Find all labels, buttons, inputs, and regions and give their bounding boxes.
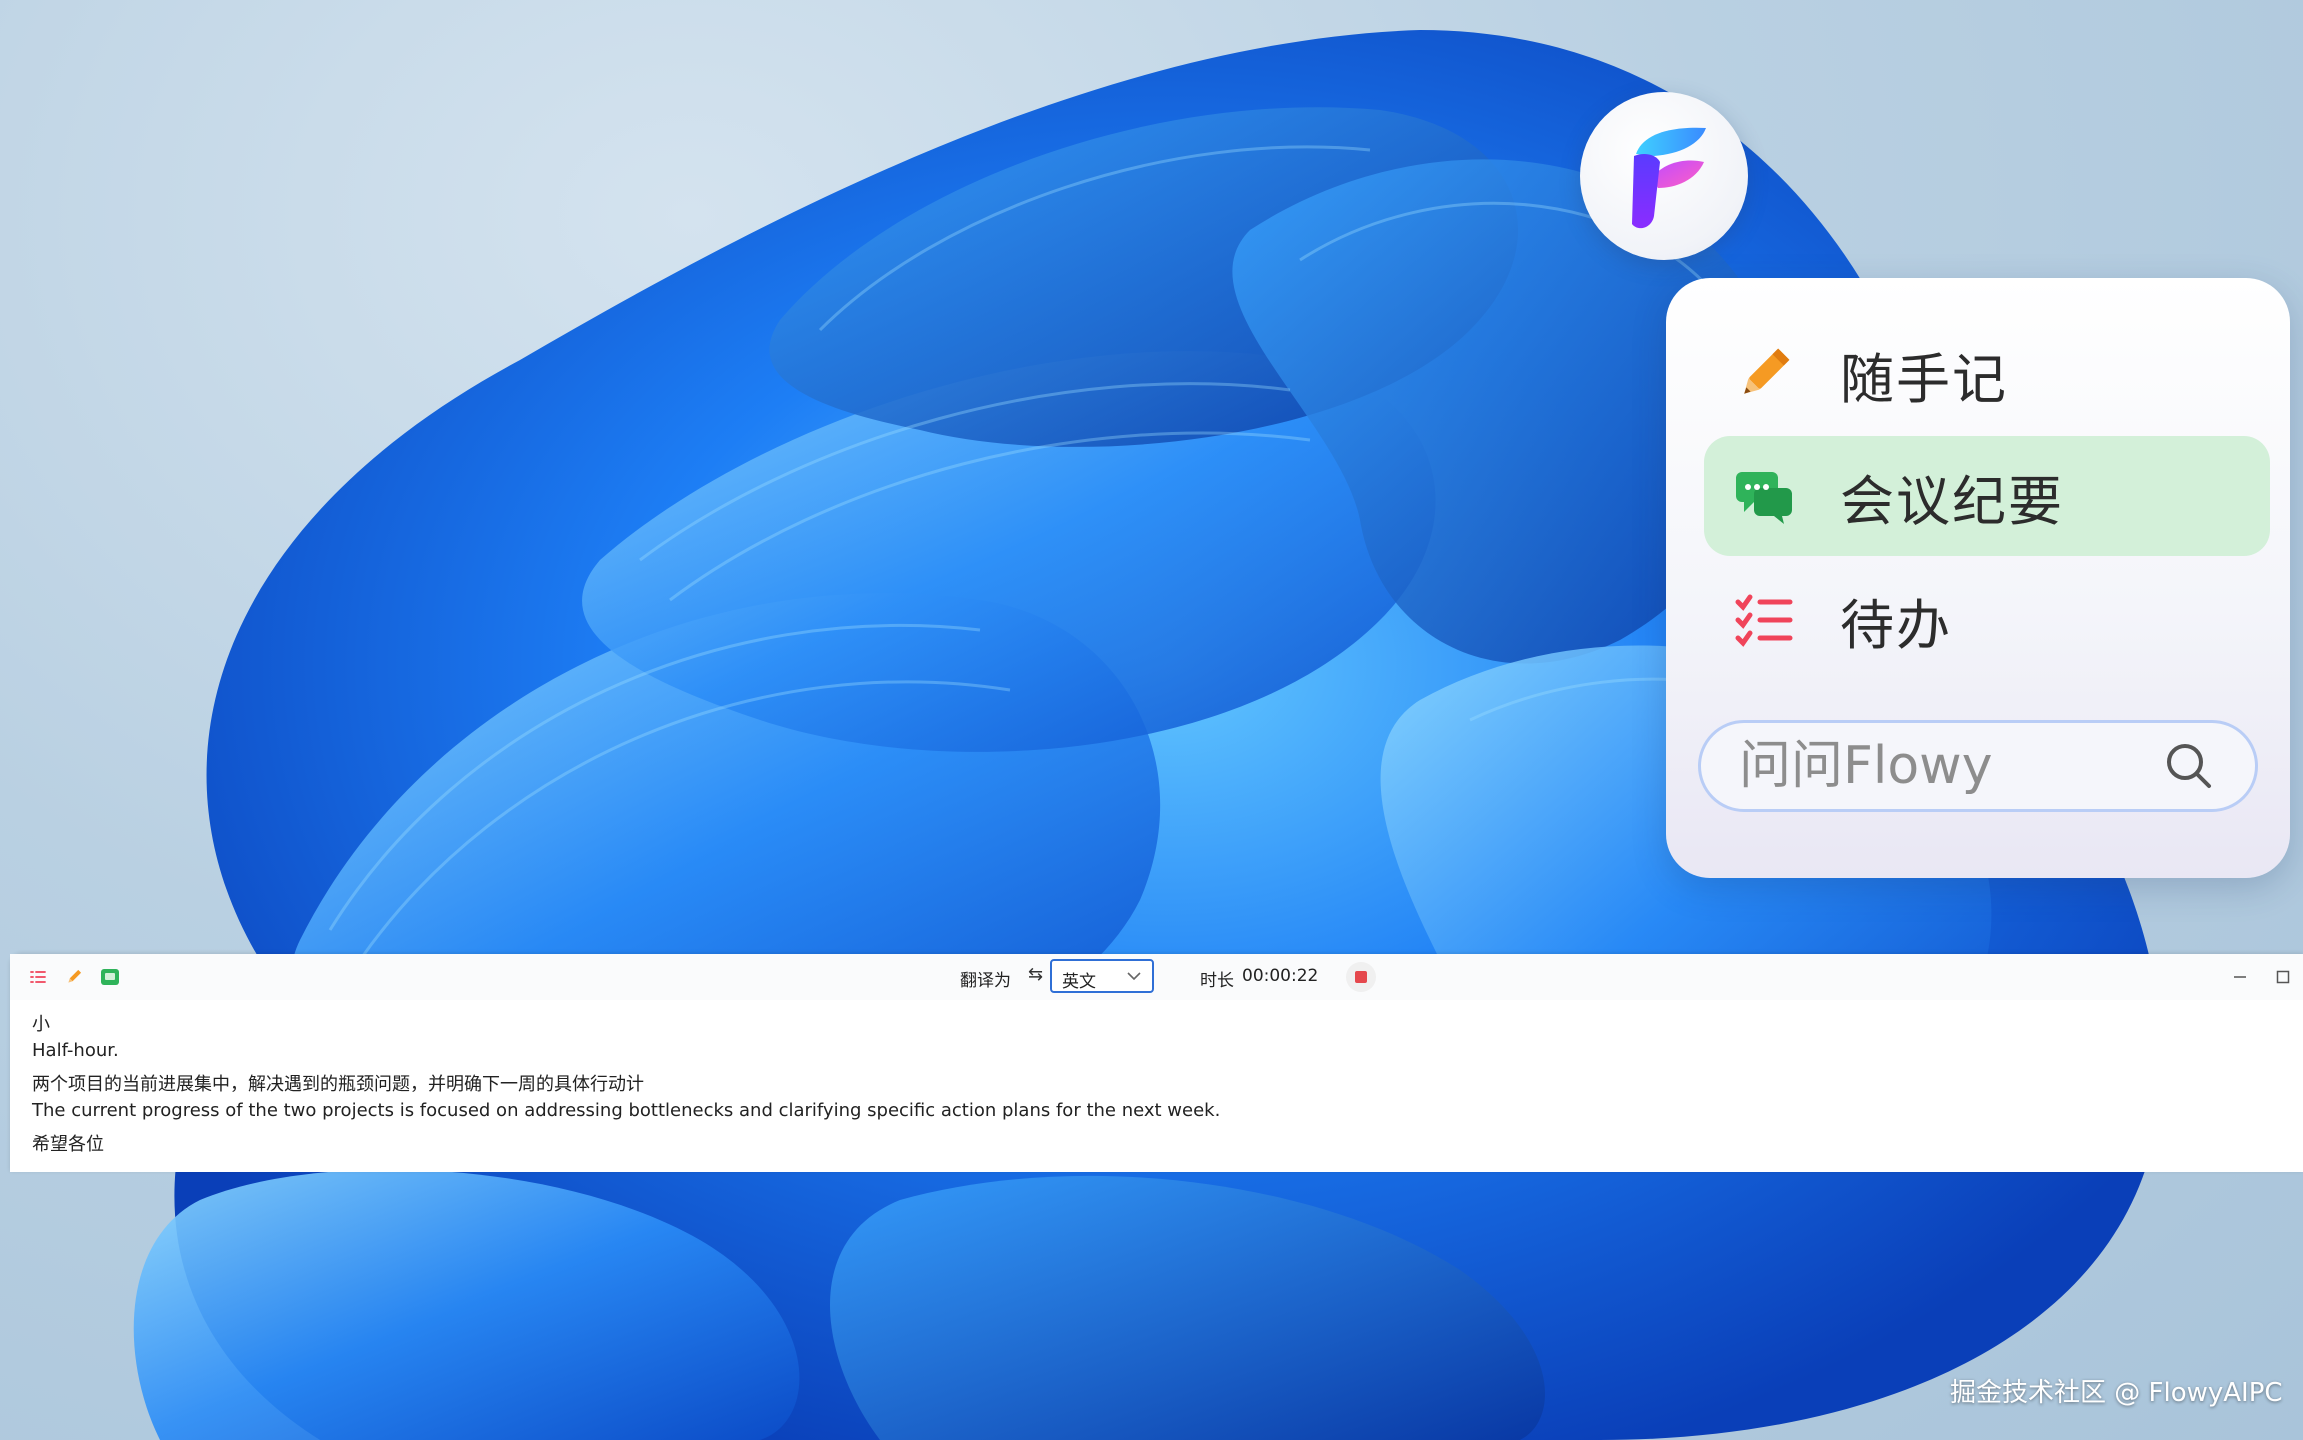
transcript-area: 小 Half-hour. 两个项目的当前进展集中，解决遇到的瓶颈问题，并明确下一… (32, 1012, 2282, 1166)
search-icon[interactable] (2157, 734, 2221, 798)
translated-text: Half-hour. (32, 1040, 119, 1061)
pencil-icon[interactable] (62, 965, 86, 989)
duration-label: 时长 (1200, 971, 1234, 991)
source-text: 小 (32, 1014, 50, 1035)
meeting-transcript-window: 翻译为 ⇆ 英文 时长 00:00:22 小 Half-hour. 两个项目的当… (10, 954, 2303, 1172)
pencil-icon (1728, 338, 1800, 410)
translated-text: The current progress of the two projects… (32, 1100, 1221, 1121)
flowy-launcher-button[interactable] (1580, 92, 1748, 260)
menu-item-label: 待办 (1840, 593, 1952, 657)
ask-flowy-input[interactable] (1737, 735, 2157, 797)
transcript-segment: 小 Half-hour. (32, 1012, 2282, 1064)
menu-item-label: 随手记 (1840, 347, 2008, 411)
target-language-select[interactable]: 英文 (1050, 959, 1154, 993)
language-value: 英文 (1062, 972, 1096, 992)
chevron-down-icon (1126, 967, 1142, 989)
todo-list-icon[interactable] (26, 965, 50, 989)
meeting-chat-icon (1728, 460, 1800, 532)
transcript-segment: 希望各位 (32, 1132, 2282, 1158)
ask-flowy-box (1698, 720, 2258, 812)
menu-item-quick-note[interactable]: 随手记 (1704, 314, 2270, 434)
menu-item-meeting-minutes[interactable]: 会议纪要 (1704, 436, 2270, 556)
minimize-button[interactable] (2225, 962, 2255, 992)
stop-recording-button[interactable] (1346, 962, 1376, 992)
todo-list-icon (1728, 584, 1800, 656)
watermark: 掘金技术社区 @ FlowyAIPC (1950, 1378, 2283, 1408)
source-text: 希望各位 (32, 1134, 104, 1155)
transcript-segment: 两个项目的当前进展集中，解决遇到的瓶颈问题，并明确下一周的具体行动计 The c… (32, 1072, 2282, 1124)
menu-item-todo[interactable]: 待办 (1704, 560, 2270, 680)
maximize-button[interactable] (2268, 962, 2298, 992)
desktop: 随手记 会议纪要 待办 问问Flowy 翻译为 ⇆ 英文 时长 00:00:22… (0, 0, 2303, 1440)
menu-item-label: 会议纪要 (1840, 469, 2064, 533)
meeting-chat-icon[interactable] (98, 965, 122, 989)
translate-label: 翻译为 (960, 971, 1011, 991)
swap-icon[interactable]: ⇆ (1028, 964, 1043, 985)
duration-value: 00:00:22 (1242, 966, 1319, 986)
quick-menu-panel: 随手记 会议纪要 待办 问问Flowy (1666, 278, 2290, 878)
stop-icon (1355, 971, 1367, 983)
flowy-logo-icon (1632, 127, 1706, 229)
source-text: 两个项目的当前进展集中，解决遇到的瓶颈问题，并明确下一周的具体行动计 (32, 1074, 644, 1095)
meeting-toolbar: 翻译为 ⇆ 英文 时长 00:00:22 (10, 954, 2303, 1000)
